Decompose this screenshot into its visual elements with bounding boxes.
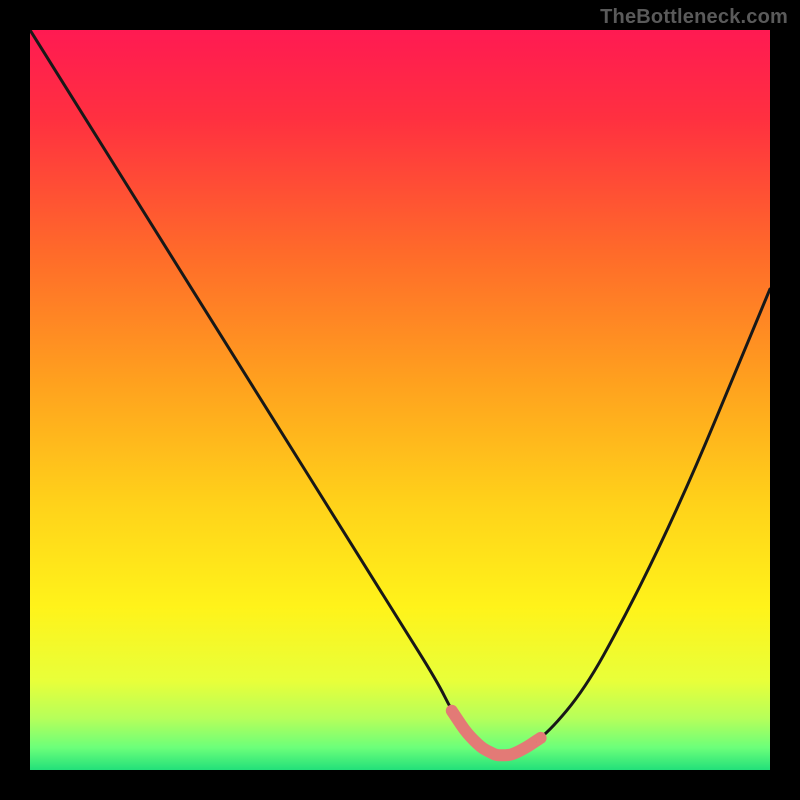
plot-area [30,30,770,770]
chart-frame: TheBottleneck.com [0,0,800,800]
gradient-rect [30,30,770,770]
plot-svg [30,30,770,770]
watermark-text: TheBottleneck.com [600,6,788,29]
